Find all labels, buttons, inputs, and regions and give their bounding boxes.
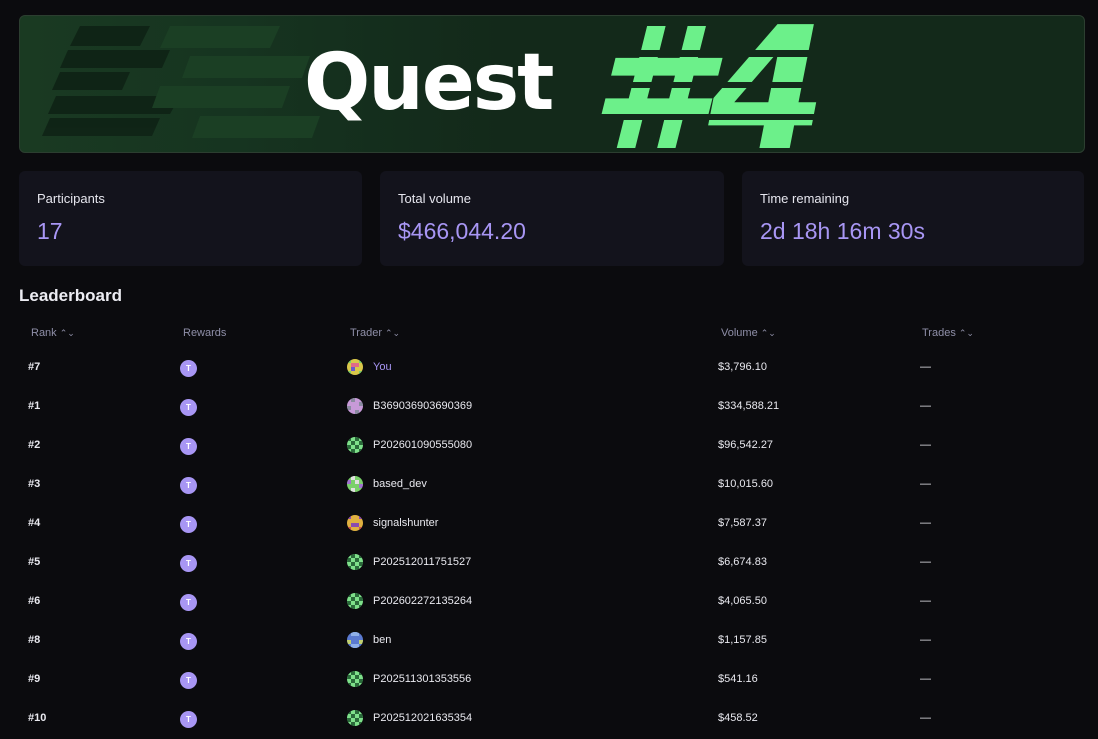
quest-banner: Quest #4 (19, 15, 1085, 153)
trader-name[interactable]: P202602272135264 (373, 582, 472, 621)
time-remaining-card: Time remaining 2d 18h 16m 30s (742, 171, 1084, 266)
total-volume-value: $466,044.20 (398, 218, 526, 244)
rank-cell: #7 (28, 361, 41, 373)
banner-quest-number: #4 (590, 16, 990, 152)
sort-icon: ⌃⌄ (59, 328, 75, 338)
purple-pixel-avatar-icon (347, 398, 363, 414)
participants-card: Participants 17 (19, 171, 362, 266)
banner-title: Quest (304, 38, 554, 128)
volume-cell: $1,157.85 (718, 634, 767, 646)
trades-cell: — (920, 478, 931, 490)
trades-cell: — (920, 673, 931, 685)
trader-header-label: Trader (350, 327, 382, 339)
banner-stripes-decoration (42, 26, 320, 138)
reward-token-icon: T (180, 594, 197, 611)
trades-cell: — (920, 556, 931, 568)
sort-icon: ⌃⌄ (760, 328, 776, 338)
rank-cell: #1 (28, 400, 41, 412)
trader-name[interactable]: signalshunter (373, 504, 438, 543)
sort-icon: ⌃⌄ (958, 328, 974, 338)
reward-token-icon: T (180, 672, 197, 689)
trader-name[interactable]: P202512021635354 (373, 699, 472, 738)
total-volume-label: Total volume (398, 191, 471, 206)
volume-cell: $4,065.50 (718, 595, 767, 607)
reward-token-icon: T (180, 711, 197, 728)
participants-label: Participants (37, 191, 105, 206)
table-row[interactable]: #6 T P202602272135264 $4,065.50 — (0, 582, 1098, 621)
rewards-header-label: Rewards (183, 327, 227, 339)
rank-cell: #9 (28, 673, 41, 685)
column-header-trades[interactable]: Trades ⌃⌄ (922, 327, 974, 339)
rank-cell: #2 (28, 439, 41, 451)
column-header-volume[interactable]: Volume ⌃⌄ (721, 327, 776, 339)
volume-cell: $541.16 (718, 673, 758, 685)
table-row[interactable]: #4 T signalshunter $7,587.37 — (0, 504, 1098, 543)
column-header-rank[interactable]: Rank ⌃⌄ (31, 327, 75, 339)
reward-token-icon: T (180, 399, 197, 416)
time-remaining-value: 2d 18h 16m 30s (760, 218, 925, 244)
green-pixel-avatar-icon (347, 437, 363, 453)
reward-token-icon: T (180, 360, 197, 377)
participants-value: 17 (37, 218, 63, 244)
green-pixel-avatar-icon (347, 710, 363, 726)
trades-cell: — (920, 595, 931, 607)
time-remaining-label: Time remaining (760, 191, 850, 206)
reward-token-icon: T (180, 555, 197, 572)
trades-cell: — (920, 400, 931, 412)
rank-cell: #5 (28, 556, 41, 568)
table-row[interactable]: #5 T P202512011751527 $6,674.83 — (0, 543, 1098, 582)
trades-cell: — (920, 634, 931, 646)
green-pixel-avatar-icon (347, 554, 363, 570)
table-row[interactable]: #10 T P202512021635354 $458.52 — (0, 699, 1098, 738)
volume-cell: $334,588.21 (718, 400, 780, 412)
table-row[interactable]: #9 T P202511301353556 $541.16 — (0, 660, 1098, 699)
green-pixel-avatar-icon (347, 671, 363, 687)
blue-pixel-avatar-icon (347, 632, 363, 648)
volume-header-label: Volume (721, 327, 758, 339)
mixed-pixel-avatar-icon (347, 476, 363, 492)
reward-token-icon: T (180, 633, 197, 650)
column-header-rewards: Rewards (183, 327, 226, 339)
rank-cell: #3 (28, 478, 41, 490)
total-volume-card: Total volume $466,044.20 (380, 171, 724, 266)
table-row[interactable]: #8 T ben $1,157.85 — (0, 621, 1098, 660)
yellow-pixel-avatar-icon (347, 359, 363, 375)
reward-token-icon: T (180, 438, 197, 455)
sort-icon: ⌃⌄ (385, 328, 401, 338)
volume-cell: $7,587.37 (718, 517, 767, 529)
trader-name[interactable]: P202512011751527 (373, 543, 471, 582)
volume-cell: $6,674.83 (718, 556, 767, 568)
trader-name[interactable]: based_dev (373, 465, 427, 504)
table-row[interactable]: #7 T You $3,796.10 — (0, 348, 1098, 387)
column-header-trader[interactable]: Trader ⌃⌄ (350, 327, 400, 339)
trader-name[interactable]: ben (373, 621, 391, 660)
rank-cell: #10 (28, 712, 47, 724)
volume-cell: $458.52 (718, 712, 758, 724)
volume-cell: $3,796.10 (718, 361, 767, 373)
rank-cell: #6 (28, 595, 41, 607)
trader-name[interactable]: B369036903690369 (373, 387, 472, 426)
trader-name[interactable]: You (373, 348, 392, 387)
table-row[interactable]: #3 T based_dev $10,015.60 — (0, 465, 1098, 504)
table-row[interactable]: #2 T P202601090555080 $96,542.27 — (0, 426, 1098, 465)
quest-page: Quest #4 Participants 17 Total volume $4… (0, 0, 1098, 739)
trades-cell: — (920, 712, 931, 724)
trader-name[interactable]: P202601090555080 (373, 426, 472, 465)
volume-cell: $96,542.27 (718, 439, 774, 451)
rank-cell: #4 (28, 517, 41, 529)
trades-cell: — (920, 361, 931, 373)
trades-cell: — (920, 517, 931, 529)
green-pixel-avatar-icon (347, 593, 363, 609)
table-row[interactable]: #1 T B369036903690369 $334,588.21 — (0, 387, 1098, 426)
orange-pixel-avatar-icon (347, 515, 363, 531)
volume-cell: $10,015.60 (718, 478, 774, 490)
leaderboard-title: Leaderboard (19, 286, 122, 305)
trades-header-label: Trades (922, 327, 956, 339)
trader-name[interactable]: P202511301353556 (373, 660, 471, 699)
trades-cell: — (920, 439, 931, 451)
rank-cell: #8 (28, 634, 41, 646)
reward-token-icon: T (180, 477, 197, 494)
reward-token-icon: T (180, 516, 197, 533)
rank-header-label: Rank (31, 327, 57, 339)
